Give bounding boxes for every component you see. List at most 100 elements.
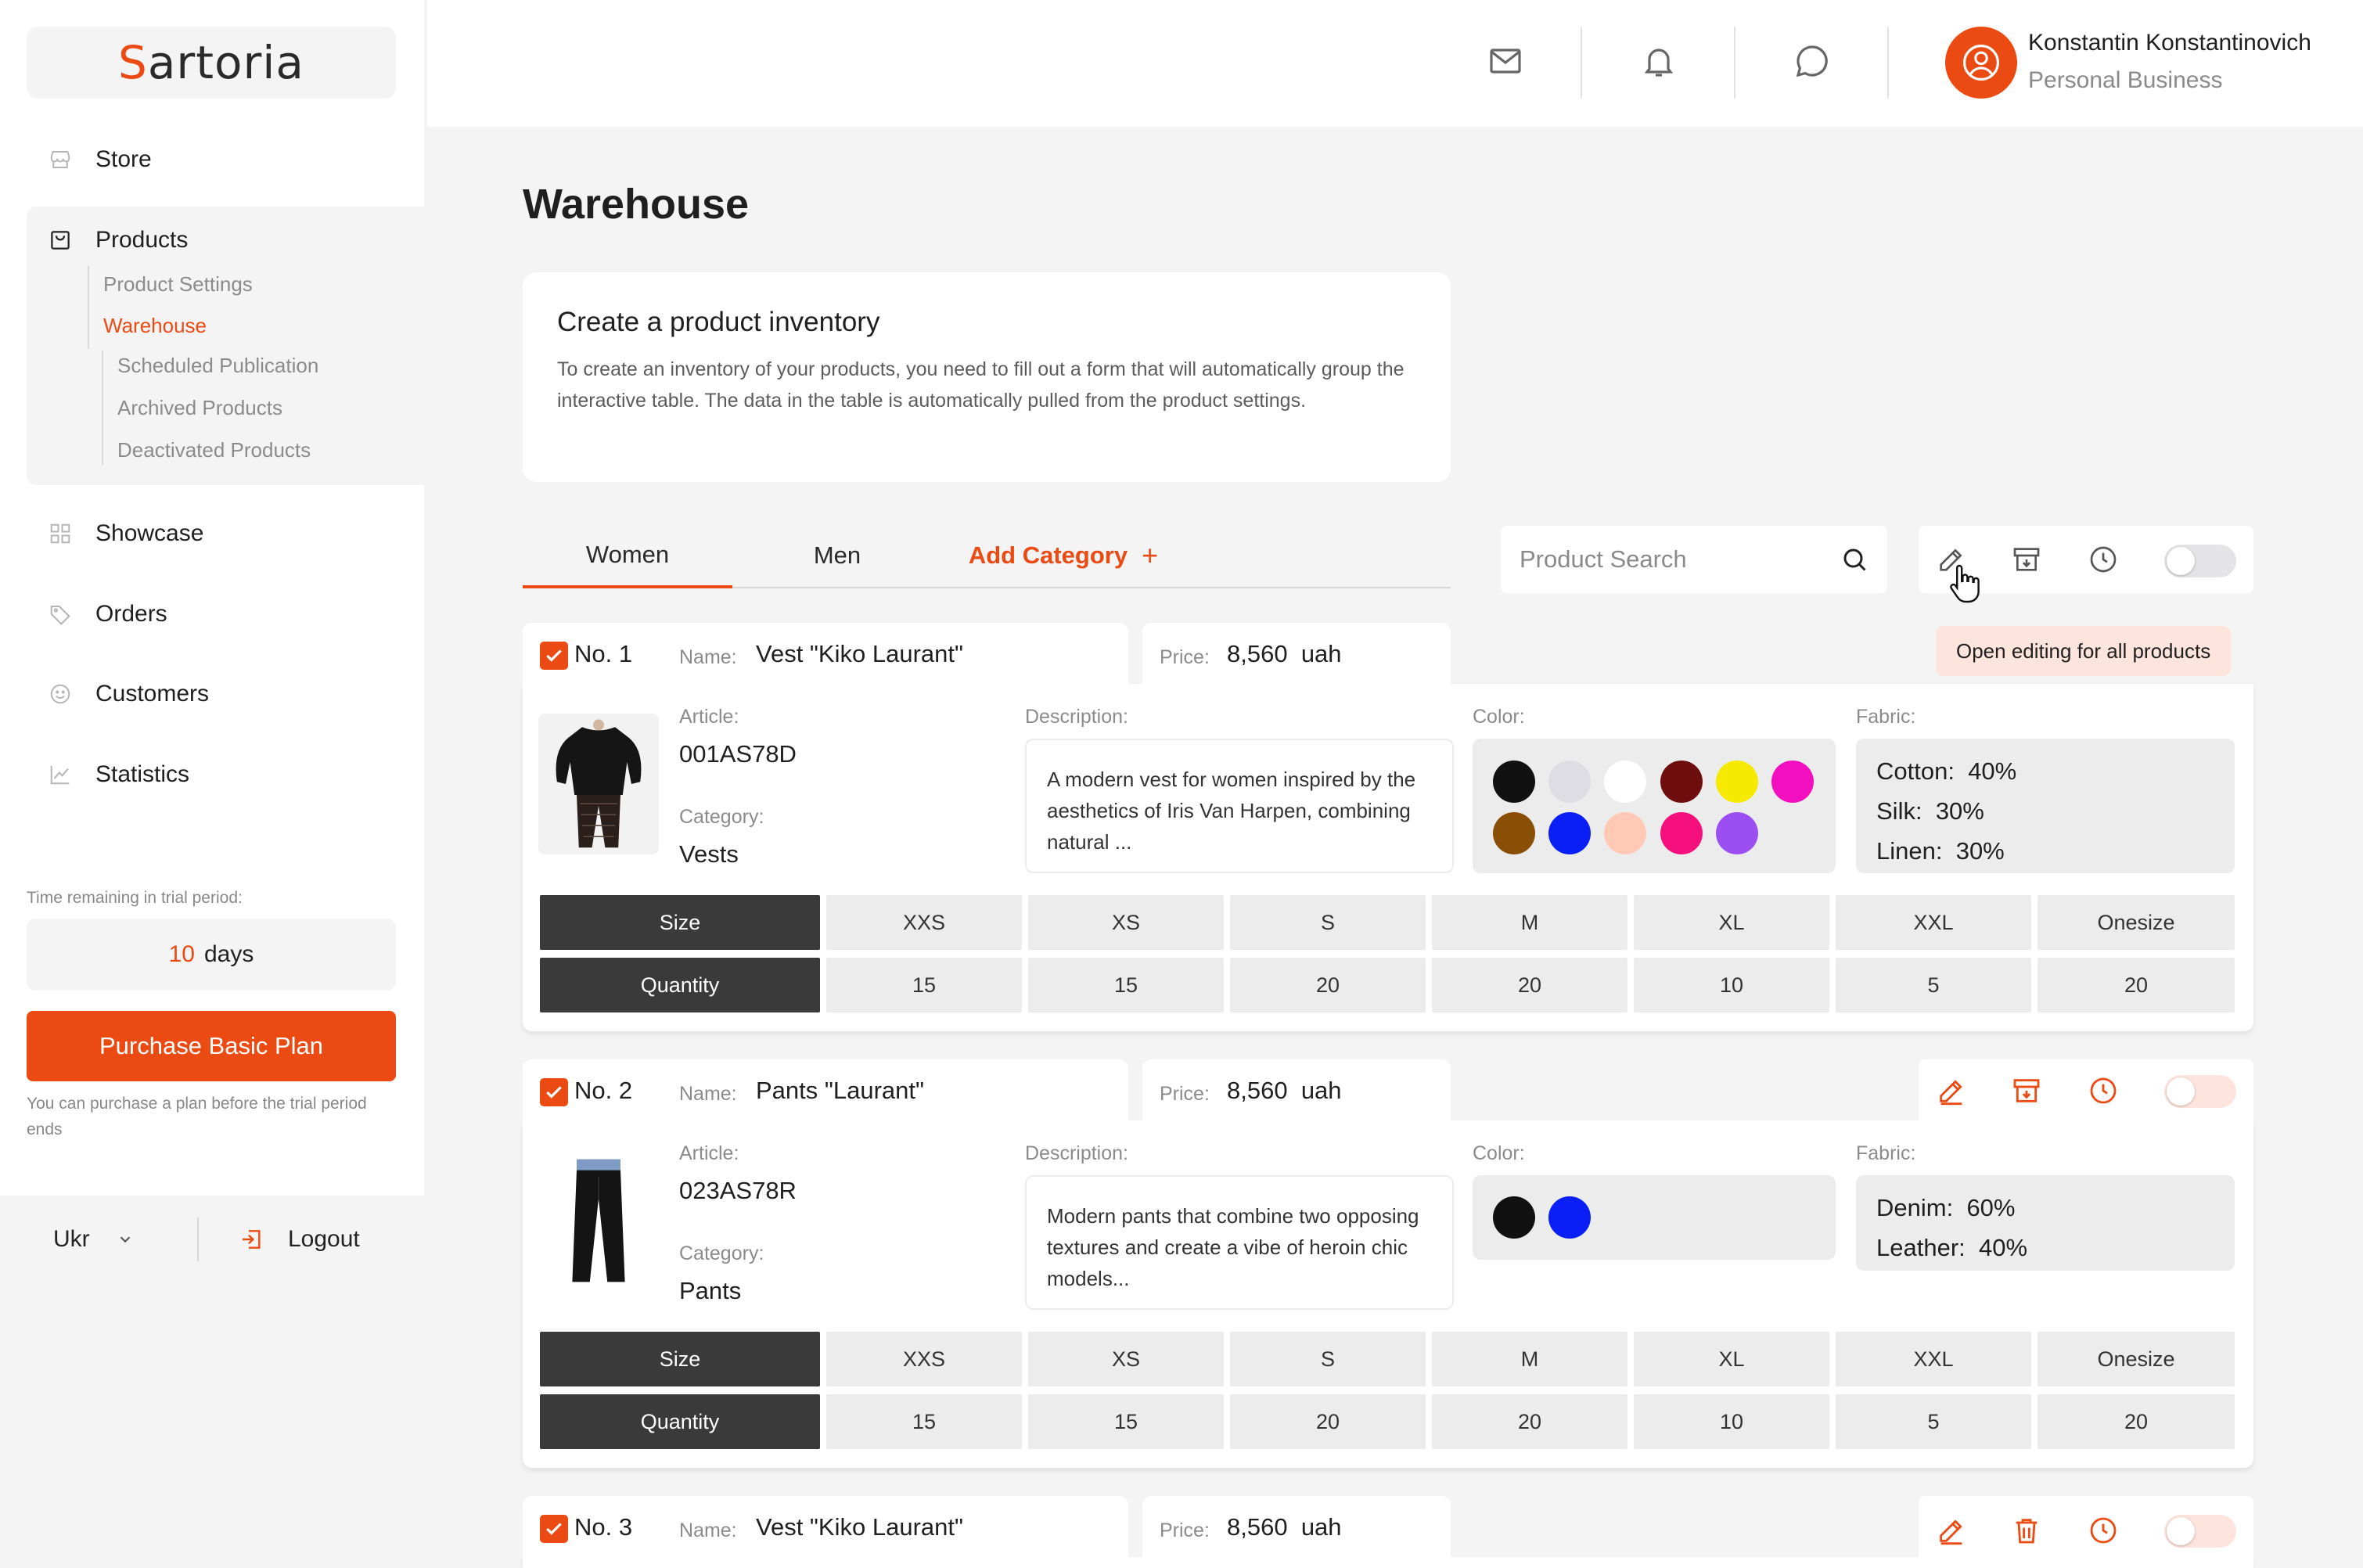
quantity-cell[interactable]: 15 (1028, 958, 1224, 1012)
product-search[interactable] (1501, 526, 1887, 593)
schedule-icon[interactable] (2086, 1513, 2120, 1548)
color-swatch[interactable] (1548, 761, 1591, 803)
product-description[interactable]: A modern vest for women inspired by the … (1025, 739, 1454, 873)
size-cell: XXL (1836, 1332, 2031, 1386)
product-checkbox[interactable] (540, 1078, 568, 1106)
quantity-cell[interactable]: 20 (1230, 1394, 1426, 1449)
product-name[interactable]: Pants "Laurant" (756, 1077, 924, 1105)
sidebar-subitem-product-settings[interactable]: Product Settings (103, 268, 253, 300)
sidebar-subitem-scheduled[interactable]: Scheduled Publication (117, 350, 318, 381)
quantity-cell[interactable]: 10 (1634, 958, 1829, 1012)
price-currency: uah (1300, 1513, 1342, 1541)
edit-icon[interactable] (1934, 1074, 1969, 1108)
size-cell: XL (1634, 895, 1829, 950)
quantity-cell[interactable]: 15 (826, 1394, 1022, 1449)
sidebar-subitem-deactivated[interactable]: Deactivated Products (117, 434, 311, 466)
quantity-cell[interactable]: 20 (1432, 958, 1627, 1012)
sidebar-item-statistics[interactable]: Statistics (0, 751, 424, 798)
sidebar: Sartoria Store Products Product Settings… (0, 0, 424, 1283)
product-description[interactable]: Modern pants that combine two opposing t… (1025, 1175, 1454, 1310)
color-swatch[interactable] (1660, 812, 1703, 854)
sidebar-item-products[interactable]: Products (0, 217, 424, 264)
mail-icon[interactable] (1485, 41, 1526, 81)
product-name[interactable]: Vest "Kiko Laurant" (756, 640, 963, 668)
edit-icon[interactable] (1934, 1513, 1969, 1548)
info-card-title: Create a product inventory (557, 307, 880, 337)
language-select[interactable]: Ukr (53, 1226, 134, 1253)
product-checkbox[interactable] (540, 1515, 568, 1543)
product-category: Pants (679, 1277, 742, 1304)
sidebar-subitem-archived[interactable]: Archived Products (117, 392, 282, 423)
color-swatch[interactable] (1493, 812, 1535, 854)
quantity-cell[interactable]: 15 (1028, 1394, 1224, 1449)
quantity-cell[interactable]: 15 (826, 958, 1022, 1012)
sidebar-item-label: Products (95, 227, 189, 253)
schedule-all-icon[interactable] (2086, 542, 2120, 577)
size-cell: XXS (826, 1332, 1022, 1386)
publish-toggle[interactable] (2164, 1075, 2236, 1108)
purchase-note: You can purchase a plan before the trial… (27, 1095, 367, 1138)
color-swatch[interactable] (1604, 812, 1646, 854)
tab-men[interactable]: Men (732, 524, 942, 587)
product-price[interactable]: 8,560 uah (1227, 640, 1342, 668)
product-price[interactable]: 8,560 uah (1227, 1513, 1342, 1541)
product-toolbar (1919, 1059, 2253, 1120)
product-toolbar (1919, 1496, 2253, 1568)
archive-icon[interactable] (2009, 1074, 2044, 1108)
add-category-button[interactable]: Add Category + (942, 524, 1185, 587)
color-swatch[interactable] (1660, 761, 1703, 803)
size-cell: Onesize (2038, 895, 2235, 950)
product-number: No. 3 (574, 1513, 633, 1541)
quantity-cell[interactable]: 20 (2038, 958, 2235, 1012)
check-icon (546, 1523, 562, 1535)
toggle-all-switch[interactable] (2164, 545, 2236, 577)
sidebar-item-label: Store (95, 146, 152, 172)
quantity-cell[interactable]: 5 (1836, 1394, 2031, 1449)
plus-icon: + (1142, 539, 1159, 571)
sidebar-item-showcase[interactable]: Showcase (0, 510, 424, 557)
quantity-cell[interactable]: 20 (2038, 1394, 2235, 1449)
quantity-cell[interactable]: 20 (1432, 1394, 1627, 1449)
publish-toggle[interactable] (2164, 1515, 2236, 1548)
color-swatch[interactable] (1771, 761, 1814, 803)
color-swatch[interactable] (1548, 812, 1591, 854)
price-currency: uah (1300, 640, 1342, 667)
quantity-cell[interactable]: 10 (1634, 1394, 1829, 1449)
trash-icon[interactable] (2009, 1513, 2044, 1548)
color-swatch[interactable] (1716, 761, 1758, 803)
product-checkbox[interactable] (540, 642, 568, 670)
color-swatches (1473, 739, 1836, 873)
fabric-line: Linen: 30% (1876, 837, 2005, 865)
avatar[interactable] (1945, 27, 2017, 99)
tree-line (102, 351, 103, 465)
chat-icon[interactable] (1792, 41, 1832, 81)
purchase-plan-button[interactable]: Purchase Basic Plan (27, 1011, 396, 1081)
sidebar-item-store[interactable]: Store (0, 136, 424, 183)
color-swatch[interactable] (1493, 1196, 1535, 1239)
logout-button[interactable]: Logout (239, 1226, 360, 1253)
color-swatch[interactable] (1716, 812, 1758, 854)
search-input[interactable] (1520, 545, 1832, 574)
size-cell: Onesize (2038, 1332, 2235, 1386)
product-card: No. 3 Name: Vest "Kiko Laurant" Price: 8… (523, 1496, 2253, 1568)
search-icon[interactable] (1840, 545, 1868, 574)
chevron-down-icon (120, 1236, 130, 1243)
sidebar-item-customers[interactable]: Customers (0, 671, 424, 717)
color-swatch[interactable] (1493, 761, 1535, 803)
tab-women[interactable]: Women (523, 524, 732, 588)
logout-icon (243, 1230, 261, 1249)
user-name[interactable]: Konstantin Konstantinovich (2028, 30, 2311, 56)
color-swatch[interactable] (1604, 761, 1646, 803)
product-price[interactable]: 8,560 uah (1227, 1077, 1342, 1105)
quantity-cell[interactable]: 20 (1230, 958, 1426, 1012)
bell-icon[interactable] (1638, 41, 1679, 81)
check-icon (546, 1086, 562, 1099)
quantity-cell[interactable]: 5 (1836, 958, 2031, 1012)
color-swatch[interactable] (1548, 1196, 1591, 1239)
product-name[interactable]: Vest "Kiko Laurant" (756, 1513, 963, 1541)
logo[interactable]: Sartoria (27, 27, 396, 99)
sidebar-subitem-warehouse[interactable]: Warehouse (103, 310, 207, 341)
archive-all-icon[interactable] (2009, 542, 2044, 577)
sidebar-item-orders[interactable]: Orders (0, 591, 424, 638)
schedule-icon[interactable] (2086, 1074, 2120, 1108)
